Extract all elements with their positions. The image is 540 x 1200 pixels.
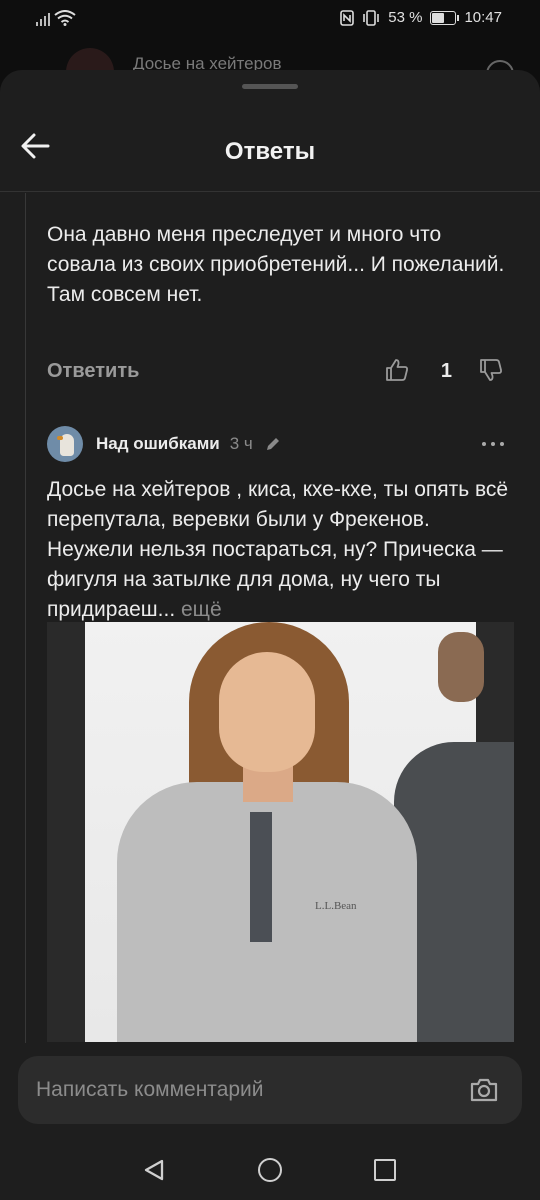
photo-face — [219, 652, 315, 772]
like-count: 1 — [440, 360, 452, 382]
replies-sheet: Ответы Она давно меня преследует и много… — [0, 70, 540, 1200]
comment-input[interactable] — [36, 1056, 436, 1124]
system-nav-bar — [0, 1142, 540, 1200]
comment-actions: Ответить 1 — [47, 354, 504, 388]
comment-time: 3 ч — [229, 434, 253, 453]
sheet-drag-handle[interactable] — [242, 84, 298, 89]
comment-composer — [18, 1056, 522, 1124]
thumbs-up-icon[interactable] — [384, 357, 410, 383]
photo-man-head — [438, 632, 484, 702]
nav-home-icon[interactable] — [258, 1158, 282, 1182]
nav-back-icon[interactable] — [142, 1158, 166, 1182]
more-dots-icon[interactable] — [482, 440, 504, 448]
show-more-link[interactable]: ещё — [181, 598, 222, 621]
wifi-icon — [54, 10, 76, 26]
thumbs-down-icon[interactable] — [478, 357, 504, 383]
nav-recents-icon[interactable] — [374, 1159, 396, 1181]
pencil-icon — [266, 438, 279, 450]
thread-line — [25, 193, 26, 1043]
photo-placket — [250, 812, 272, 942]
status-bar: 53 % 10:47 — [0, 0, 540, 38]
comment-text: Она давно меня преследует и много что со… — [47, 223, 505, 306]
author-name[interactable]: Над ошибками — [96, 434, 220, 454]
nfc-icon — [340, 9, 355, 26]
page-title: Ответы — [224, 138, 316, 165]
reply-button[interactable]: Ответить — [47, 360, 139, 383]
comment-text: Досье на хейтеров , киса, кхе-кхе, ты оп… — [47, 475, 510, 625]
clock: 10:47 — [464, 9, 502, 26]
comment-body: Досье на хейтеров , киса, кхе-кхе, ты оп… — [47, 478, 509, 621]
vibrate-icon — [363, 9, 380, 26]
avatar[interactable] — [47, 426, 83, 462]
comment-image[interactable]: L.L.Bean — [47, 622, 514, 1042]
battery-icon — [430, 10, 460, 25]
battery-percent: 53 % — [388, 9, 423, 26]
sheet-header: Ответы — [0, 100, 540, 192]
photo-brand-logo: L.L.Bean — [315, 900, 357, 912]
camera-icon[interactable] — [468, 1074, 500, 1106]
signal-wifi-group — [36, 10, 76, 26]
signal-icon — [36, 12, 50, 26]
comment-author-row: Над ошибками 3 ч — [47, 426, 504, 462]
